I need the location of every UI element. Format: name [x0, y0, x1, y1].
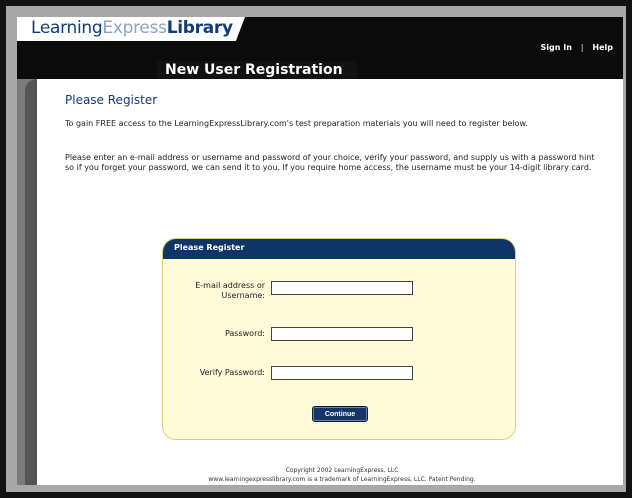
sign-in-link[interactable]: Sign In — [541, 43, 572, 52]
trademark-text: www.learningexpresslibrary.com is a trad… — [208, 476, 476, 483]
site-logo[interactable]: LearningExpressLibrary — [31, 18, 233, 38]
verify-password-label: Verify Password: — [199, 368, 265, 377]
footer: Copyright 2002 LearningExpress, LLC www.… — [142, 466, 542, 484]
instructions-text: Please enter an e-mail address or userna… — [65, 153, 595, 172]
page-title: New User Registration — [165, 62, 343, 78]
intro-text: To gain FREE access to the LearningExpre… — [65, 119, 528, 128]
section-heading: Please Register — [65, 93, 158, 107]
help-link[interactable]: Help — [592, 43, 613, 52]
title-bar: New User Registration — [17, 61, 623, 81]
password-label: Password: — [224, 329, 265, 338]
nav-separator: | — [580, 43, 584, 52]
email-label: E-mail address or Username: — [195, 281, 265, 300]
verify-password-field[interactable] — [271, 366, 413, 380]
password-field[interactable] — [271, 327, 413, 341]
left-gutter — [17, 79, 37, 485]
copyright-text: Copyright 2002 LearningExpress, LLC — [285, 467, 399, 474]
logo-part-library: Library — [166, 18, 233, 38]
page: LearningExpressLibrary Sign In | Help Ne… — [17, 17, 623, 485]
email-field[interactable] — [271, 281, 413, 295]
continue-button[interactable]: Continue — [312, 406, 368, 422]
logo-part-express: Express — [102, 18, 167, 38]
registration-panel-header: Please Register — [163, 239, 515, 259]
top-nav: Sign In | Help — [535, 43, 614, 52]
logo-part-learning: Learning — [31, 18, 103, 38]
registration-panel-title: Please Register — [174, 243, 245, 252]
